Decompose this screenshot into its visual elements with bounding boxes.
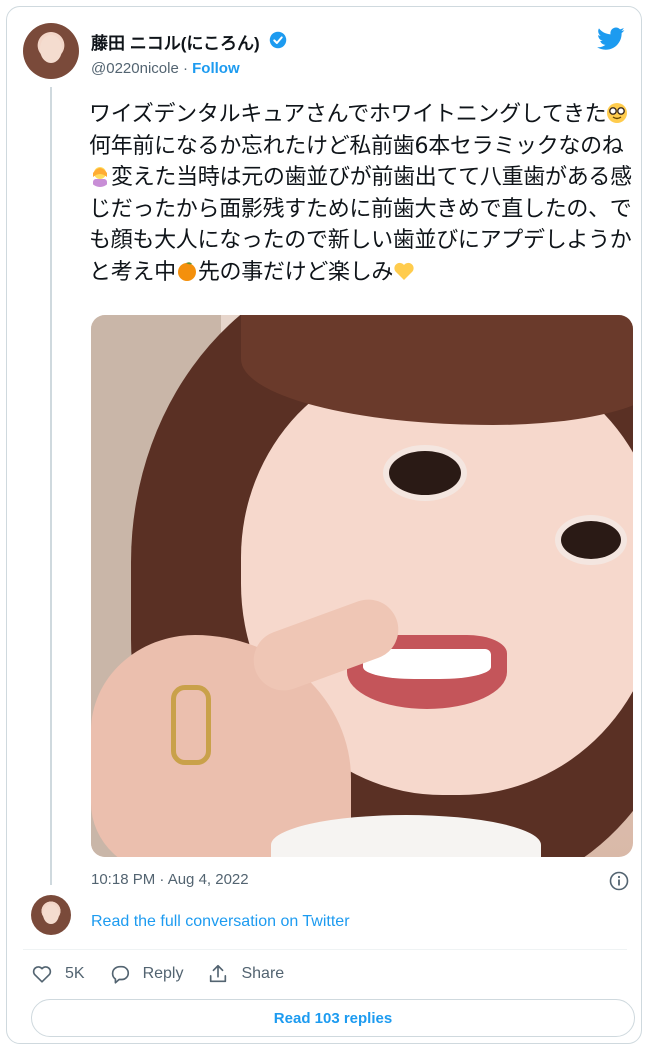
yellow-heart-emoji xyxy=(394,262,414,280)
tweet-photo[interactable] xyxy=(91,315,633,857)
like-count: 5K xyxy=(65,965,85,982)
share-button[interactable]: Share xyxy=(207,963,284,985)
conversation-avatar[interactable] xyxy=(31,895,71,935)
tangerine-emoji xyxy=(177,261,196,281)
share-icon xyxy=(210,964,227,983)
tweet-text-part2: 何年前になるか忘れたけど私前歯6本セラミックなのね xyxy=(89,133,624,159)
reply-button[interactable]: Reply xyxy=(109,963,184,985)
reply-icon xyxy=(111,965,129,984)
reply-label: Reply xyxy=(142,965,184,982)
thread-line xyxy=(50,87,52,885)
tweet-text: ワイズデンタルキュアさんでホワイトニングしてきた何年前になるか忘れたけど私前歯6… xyxy=(89,99,637,288)
twitter-logo-icon[interactable] xyxy=(597,27,625,51)
tweet-timestamp[interactable]: 10:18 PM · Aug 4, 2022 xyxy=(91,871,249,888)
like-button[interactable]: 5K xyxy=(31,963,85,985)
woman-tipping-hand-emoji xyxy=(93,167,107,187)
handle-row: @0220nicole · Follow xyxy=(91,60,240,77)
nerd-face-emoji xyxy=(607,103,628,123)
divider xyxy=(23,949,627,950)
tweet-embed-card: 藤田 ニコル(にころん) @0220nicole · Follow ワイズデンタ… xyxy=(6,6,642,1044)
tweet-text-part4: 先の事だけど楽しみ xyxy=(197,259,394,285)
info-icon[interactable] xyxy=(609,871,629,891)
author-display-name[interactable]: 藤田 ニコル(にころん) xyxy=(91,29,260,54)
share-label: Share xyxy=(241,965,285,982)
tweet-text-part1: ワイズデンタルキュアさんでホワイトニングしてきた xyxy=(89,102,607,127)
handle-separator: · xyxy=(178,60,193,77)
author-avatar[interactable] xyxy=(23,23,79,79)
verified-badge-icon xyxy=(269,31,287,49)
follow-link[interactable]: Follow xyxy=(192,60,240,77)
author-handle[interactable]: @0220nicole xyxy=(91,60,179,77)
heart-icon xyxy=(32,966,52,983)
read-replies-button[interactable]: Read 103 replies xyxy=(31,999,635,1037)
read-conversation-link[interactable]: Read the full conversation on Twitter xyxy=(91,913,350,931)
action-bar: 5K Reply Share xyxy=(31,963,308,985)
